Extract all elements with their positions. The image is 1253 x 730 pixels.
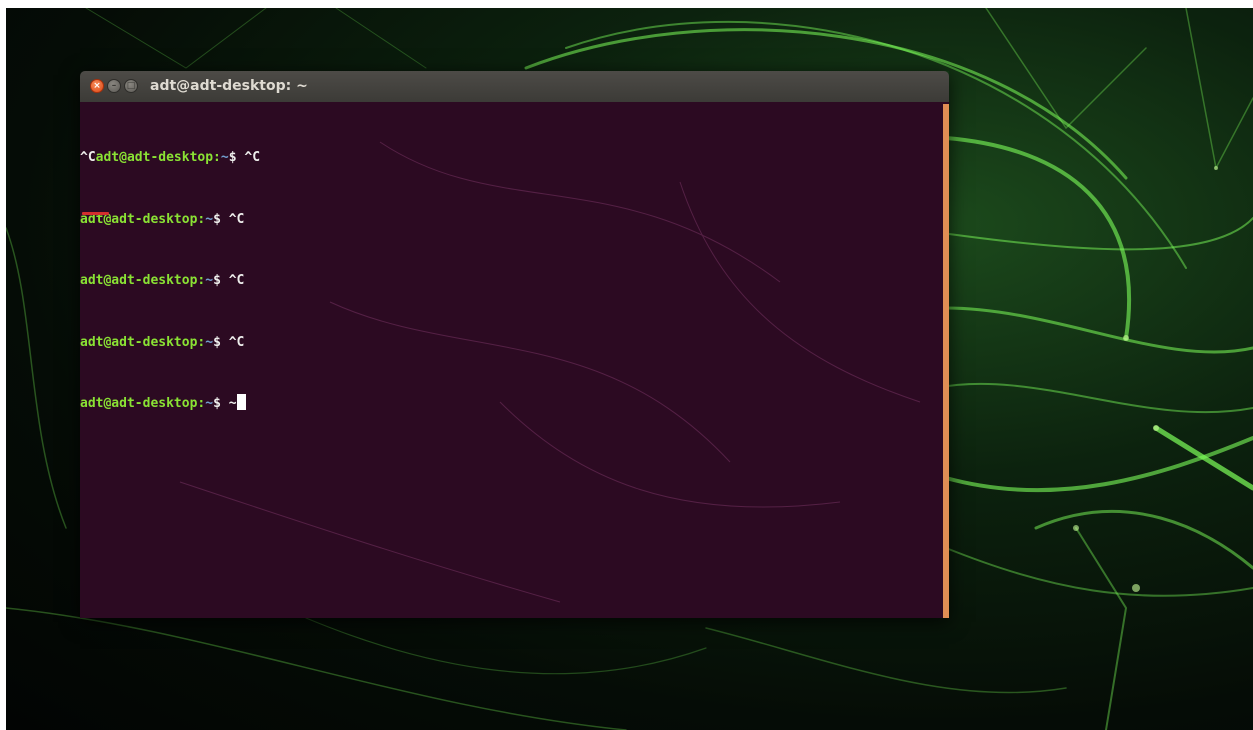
minimize-icon: –	[111, 81, 117, 91]
prompt-path: ~	[205, 211, 214, 227]
terminal-line: ^Cadt@adt-desktop:~$ ^C	[80, 148, 260, 169]
prompt-path: ~	[205, 396, 214, 411]
prompt-path: ~	[205, 334, 214, 350]
title-bar[interactable]: × – □ adt@adt-desktop: ~	[80, 71, 949, 102]
prompt-user-host: adt@adt-desktop:	[80, 334, 206, 350]
red-underline-annotation	[82, 212, 109, 215]
prompt-user-host: adt@adt-desktop:	[80, 273, 206, 288]
text-cursor	[236, 394, 246, 410]
prompt-symbol: $	[228, 150, 245, 165]
prompt-symbol: $	[213, 396, 229, 411]
prompt-path: ~	[205, 273, 214, 288]
maximize-button[interactable]: □	[124, 79, 138, 93]
minimize-button[interactable]: –	[107, 79, 121, 93]
command-text: ^C	[228, 211, 245, 227]
command-text: ^C	[228, 273, 245, 288]
command-text: ^C	[228, 334, 245, 350]
command-input[interactable]: ~	[229, 396, 237, 411]
terminal-line: adt@adt-desktop:~$ ^C	[80, 271, 260, 292]
prompt-path: ~	[220, 150, 229, 165]
maximize-icon: □	[126, 81, 136, 91]
terminal-lines: ^Cadt@adt-desktop:~$ ^C adt@adt-desktop:…	[80, 107, 260, 456]
close-icon: ×	[93, 81, 101, 91]
terminal-window[interactable]: × – □ adt@adt-desktop: ~ ^Cadt@adt-deskt…	[80, 71, 949, 618]
prompt-symbol: $	[213, 334, 229, 350]
scrollbar[interactable]	[943, 104, 949, 618]
close-button[interactable]: ×	[90, 79, 104, 93]
window-title: adt@adt-desktop: ~	[150, 78, 308, 94]
prompt-user-host: adt@adt-desktop:	[95, 150, 221, 165]
terminal-output[interactable]: ^Cadt@adt-desktop:~$ ^C adt@adt-desktop:…	[80, 102, 949, 618]
terminal-line-current[interactable]: adt@adt-desktop:~$ ~	[80, 394, 260, 415]
prompt-user-host: adt@adt-desktop:	[80, 396, 206, 411]
prompt-symbol: $	[213, 211, 229, 227]
desktop: × – □ adt@adt-desktop: ~ ^Cadt@adt-deskt…	[6, 8, 1253, 730]
terminal-line: adt@adt-desktop:~$ ^C	[80, 333, 260, 354]
prompt-symbol: $	[213, 273, 229, 288]
command-text: ^C	[244, 150, 261, 165]
interrupt-echo: ^C	[80, 150, 96, 165]
